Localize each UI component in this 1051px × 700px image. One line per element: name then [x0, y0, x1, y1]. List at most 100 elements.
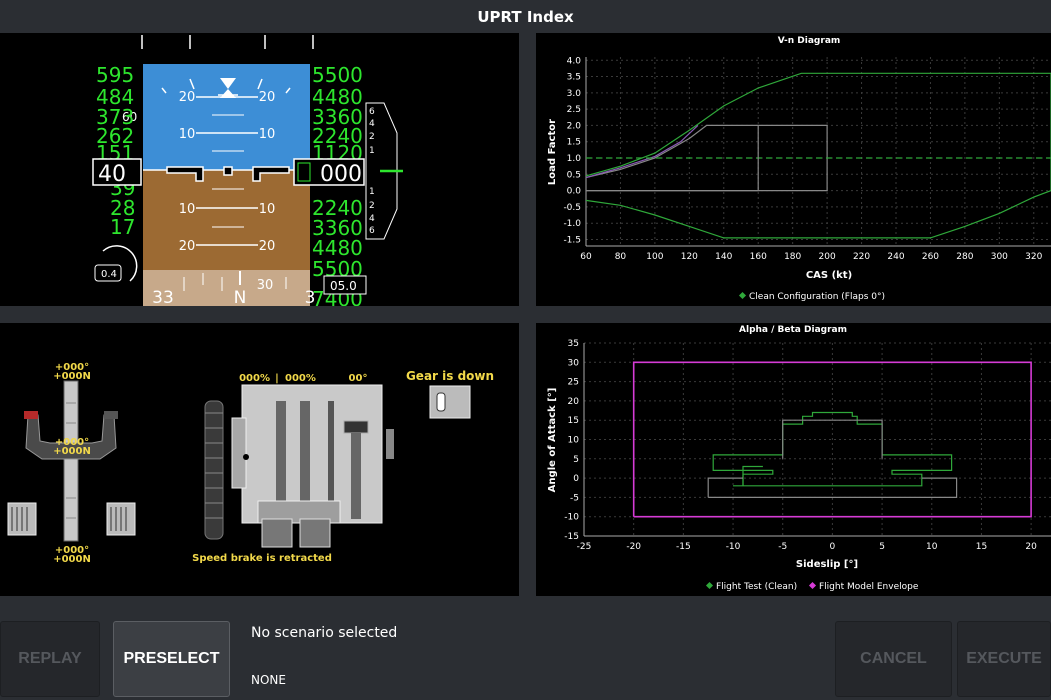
legend-marker	[808, 581, 817, 590]
pitch-label: 20	[259, 239, 276, 254]
y-tick-label: 3.0	[567, 89, 582, 99]
vn-diagram-panel: V-n Diagram 60 80 100 120 140 160 180 200 220 240…	[536, 33, 1051, 306]
y-axis-label: Load Factor	[547, 119, 558, 185]
chart-title: V-n Diagram	[778, 36, 841, 46]
series-line	[585, 124, 699, 179]
y-tick-label: 0	[573, 474, 579, 484]
legend-label: Flight Model Envelope	[819, 582, 919, 592]
y-axis-label: Angle of Attack [°]	[547, 388, 558, 493]
pitch-label: 10	[179, 127, 196, 142]
y-tick-label: 20	[568, 397, 580, 407]
y-tick-label: 30	[568, 358, 580, 368]
chart-title: Alpha / Beta Diagram	[739, 325, 847, 335]
stick-column	[63, 380, 79, 542]
x-tick-label: 320	[1025, 252, 1042, 262]
y-tick-label: 0.0	[567, 187, 582, 197]
x-tick-label: 120	[681, 252, 698, 262]
y-tick-label: 10	[568, 436, 580, 446]
vsi-label: 4	[369, 214, 375, 224]
gear-status: Gear is down	[406, 369, 494, 383]
pfd-panel: 20 20 10 10 10 10 20 20 60 33 N 3 30 595	[0, 33, 519, 306]
y-tick-label: -15	[564, 532, 579, 542]
y-tick-label: 1.5	[567, 138, 581, 148]
legend: Flight Test (Clean) Flight Model Envelop…	[705, 581, 919, 592]
x-tick-label: 60	[580, 252, 592, 262]
replay-button[interactable]: REPLAY	[0, 621, 100, 697]
x-tick-label: -5	[778, 542, 787, 552]
x-tick-label: -15	[676, 542, 691, 552]
x-tick-label: 5	[879, 542, 885, 552]
vsi-label: 2	[369, 201, 375, 211]
flap-lever	[343, 420, 369, 434]
x-tick-label: 260	[922, 252, 939, 262]
vsi-label: 1	[369, 146, 375, 156]
pitch-label: 10	[179, 202, 196, 217]
pitch-label: 20	[259, 90, 276, 105]
y-tick-label: 1.0	[567, 154, 582, 164]
primary-flight-display: 20 20 10 10 10 10 20 20 60 33 N 3 30 595	[91, 33, 403, 306]
stick-force-readout: +000N	[53, 371, 91, 382]
y-tick-label: -1.5	[563, 235, 581, 245]
y-tick-label: 2.5	[567, 105, 581, 115]
x-tick-label: 20	[1025, 542, 1037, 552]
bottom-separator	[0, 596, 1051, 613]
legend-label: Flight Test (Clean)	[716, 582, 797, 592]
heading-tick-label: 30	[257, 278, 274, 293]
vsi-label: 2	[369, 132, 375, 142]
throttle-left-readout: 000%	[239, 373, 270, 384]
flaps-readout: 00°	[349, 373, 368, 384]
x-tick-label: 200	[819, 252, 836, 262]
controls-display: +000° +000N +000° +000N +000° +000N 000%…	[7, 362, 494, 565]
x-tick-label: 15	[976, 542, 987, 552]
y-tick-label: 15	[568, 416, 579, 426]
speed-tape-value: 595	[96, 63, 134, 87]
altitude-tape-value: 5500	[312, 63, 363, 87]
y-tick-label: 35	[568, 339, 579, 349]
horizontal-separator	[0, 306, 1051, 323]
x-tick-label: 280	[956, 252, 973, 262]
x-tick-label: 300	[991, 252, 1008, 262]
x-tick-label: 160	[750, 252, 767, 262]
execute-button[interactable]: EXECUTE	[957, 621, 1051, 697]
vertical-separator	[519, 33, 536, 613]
scenario-title: No scenario selected	[251, 625, 398, 641]
pedal-force-readout: +000N	[53, 554, 91, 565]
y-tick-label: 25	[568, 378, 579, 388]
throttle-separator: |	[275, 373, 279, 384]
preselect-button[interactable]: PRESELECT	[113, 621, 230, 697]
y-tick-label: 2.0	[567, 121, 582, 131]
page-title: UPRT Index	[477, 7, 574, 26]
y-tick-label: -10	[564, 513, 579, 523]
legend: Clean Configuration (Flaps 0°)	[738, 291, 885, 302]
speed-tape-value: 17	[110, 215, 135, 239]
app-header: UPRT Index	[0, 0, 1051, 33]
legend-label: Clean Configuration (Flaps 0°)	[749, 292, 885, 302]
x-tick-label: 100	[646, 252, 663, 262]
heading-label: N	[234, 288, 247, 306]
x-tick-label: 80	[615, 252, 627, 262]
vsi-label: 6	[369, 107, 375, 117]
gear-lever-icon	[429, 385, 471, 419]
x-tick-label: -20	[626, 542, 641, 552]
x-tick-label: 180	[784, 252, 801, 262]
throttle-right-readout: 000%	[285, 373, 316, 384]
x-tick-label: 240	[887, 252, 904, 262]
legend-marker	[705, 581, 714, 590]
heading-readout: 05.0	[330, 279, 357, 293]
alpha-beta-panel: Alpha / Beta Diagram -25 -20 -15 -10 -5 0 5 10 1…	[536, 323, 1051, 596]
vsi-label: 1	[369, 187, 375, 197]
g-load-readout: 0.4	[101, 269, 117, 280]
y-tick-label: 4.0	[567, 56, 582, 66]
x-tick-label: -25	[577, 542, 592, 552]
x-tick-label: 220	[853, 252, 870, 262]
legend-marker	[738, 291, 747, 300]
stick-roll-force-readout: +000N	[53, 446, 91, 457]
bottom-bar: REPLAY PRESELECT No scenario selected NO…	[0, 613, 1051, 700]
cancel-button[interactable]: CANCEL	[835, 621, 952, 697]
y-tick-label: 0.5	[567, 170, 581, 180]
y-tick-label: -0.5	[563, 203, 581, 213]
ground	[143, 170, 310, 270]
heading-label: 33	[152, 288, 174, 306]
y-tick-label: 5	[573, 455, 579, 465]
x-axis-label: CAS (kt)	[806, 270, 852, 281]
